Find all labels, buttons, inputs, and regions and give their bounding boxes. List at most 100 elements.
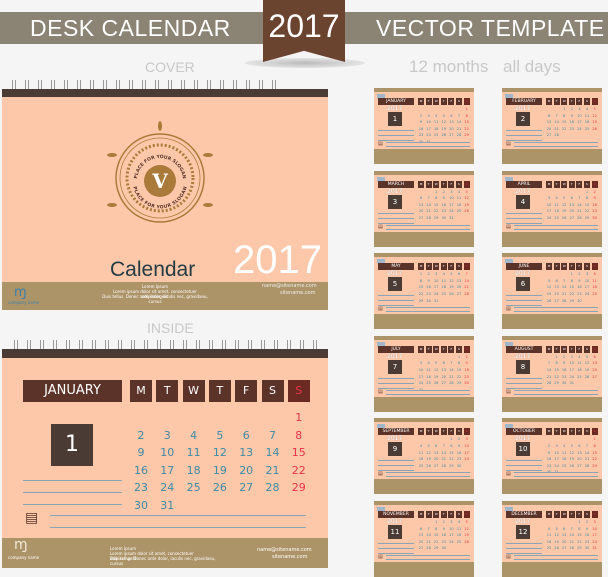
thumb-date: 14 bbox=[456, 120, 462, 125]
month-thumbnail-january: JANUARY 2017 1 M T W T F S S 1 2 3 4 5 6 7 8 9 10 11 12 13 14 15… bbox=[374, 88, 474, 164]
thumb-notes-icon: ▤ bbox=[506, 471, 511, 478]
thumb-date: 2 bbox=[457, 437, 461, 442]
thumb-date: 29 bbox=[464, 133, 469, 138]
thumb-weekday: S bbox=[456, 511, 462, 518]
thumb-date: 14 bbox=[546, 367, 552, 372]
thumb-day-box: 6 bbox=[516, 277, 530, 292]
thumb-date: 22 bbox=[464, 126, 469, 131]
thumb-date: 5 bbox=[450, 272, 453, 277]
thumb-date: 9 bbox=[585, 526, 589, 531]
thumb-date: 31 bbox=[433, 298, 439, 303]
thumb-date: 6 bbox=[563, 526, 566, 531]
thumb-weekday: M bbox=[546, 345, 552, 353]
thumb-date: 10 bbox=[546, 202, 552, 207]
date-cell: 22 bbox=[291, 463, 306, 477]
thumb-date: 25 bbox=[584, 126, 590, 131]
thumb-year: 2017 bbox=[387, 270, 403, 278]
thumb-weekday: T bbox=[568, 98, 575, 105]
thumb-date: 4 bbox=[547, 526, 551, 531]
thumb-date: 24 bbox=[426, 133, 431, 138]
thumb-date: 7 bbox=[578, 196, 581, 201]
thumb-date: 16 bbox=[441, 202, 447, 207]
thumb-date: 28 bbox=[584, 463, 590, 468]
thumb-date: 11 bbox=[441, 278, 447, 283]
thumb-date: 17 bbox=[433, 285, 439, 290]
thumb-line bbox=[386, 472, 470, 474]
date-cell: 6 bbox=[242, 428, 250, 442]
thumb-date: 24 bbox=[577, 126, 582, 131]
thumb-footer bbox=[374, 396, 474, 412]
days-label: all days bbox=[503, 57, 561, 76]
thumb-weekday: T bbox=[568, 180, 575, 188]
thumb-weekday: F bbox=[448, 180, 455, 188]
thumb-date: 20 bbox=[433, 457, 439, 462]
thumb-line bbox=[514, 146, 598, 147]
thumb-line bbox=[506, 465, 542, 467]
thumb-date: 4 bbox=[585, 107, 589, 111]
thumb-date: 13 bbox=[441, 367, 447, 372]
thumb-weekday: W bbox=[561, 511, 568, 518]
thumb-date: 16 bbox=[441, 533, 447, 538]
thumb-date: 5 bbox=[547, 278, 551, 283]
thumb-date: 4 bbox=[563, 443, 566, 448]
thumb-line bbox=[514, 307, 598, 309]
thumb-date: 20 bbox=[418, 209, 424, 214]
thumb-date: 5 bbox=[465, 520, 468, 524]
thumb-notes-icon: ▤ bbox=[506, 388, 511, 395]
thumb-date: 26 bbox=[561, 215, 567, 220]
thumb-date: 30 bbox=[561, 381, 567, 386]
note-line bbox=[23, 492, 122, 493]
thumb-date: 11 bbox=[584, 113, 590, 118]
date-cell: 17 bbox=[160, 463, 175, 477]
thumb-weekday: S bbox=[584, 428, 590, 436]
site: sitename.com bbox=[272, 554, 308, 560]
thumb-date: 22 bbox=[554, 374, 559, 379]
thumb-date: 8 bbox=[570, 278, 573, 283]
thumb-line bbox=[378, 543, 414, 544]
thumb-weekday: T bbox=[440, 98, 447, 105]
thumb-line bbox=[514, 555, 598, 556]
thumb-date: 10 bbox=[584, 278, 590, 283]
thumb-notes-icon: ▤ bbox=[378, 471, 383, 478]
month-thumbnail-august: AUGUST 2017 8 M T W T F S S 1 2 3 4 5 6 7 8 9 10 11 12 13 14 15 1… bbox=[502, 335, 602, 412]
thumb-date: 7 bbox=[427, 196, 430, 201]
thumb-date: 1 bbox=[435, 189, 438, 194]
thumb-date: 26 bbox=[464, 539, 469, 544]
thumb-date: 17 bbox=[418, 374, 424, 379]
thumb-date: 1 bbox=[435, 520, 438, 524]
date-cell: 15 bbox=[291, 446, 306, 459]
thumb-date: 1 bbox=[585, 189, 589, 194]
thumb-notes-icon: ▤ bbox=[506, 554, 511, 560]
thumb-footer bbox=[502, 231, 602, 247]
thumb-date: 17 bbox=[584, 285, 590, 290]
thumb-weekday: F bbox=[576, 180, 583, 188]
thumb-line bbox=[514, 228, 598, 230]
thumb-date: 9 bbox=[563, 361, 566, 366]
thumb-line bbox=[378, 377, 414, 379]
thumb-date: 24 bbox=[449, 539, 454, 544]
thumb-line bbox=[378, 470, 414, 472]
cover-top-bar bbox=[2, 89, 328, 97]
thumb-date: 3 bbox=[450, 520, 453, 524]
thumb-date: 22 bbox=[449, 457, 454, 462]
thumb-date: 24 bbox=[592, 539, 597, 544]
weekday-header: F bbox=[235, 380, 258, 402]
months-label: 12 months bbox=[409, 57, 489, 76]
thumb-date: 23 bbox=[569, 126, 575, 131]
thumb-month-name: FEBRUARY bbox=[506, 98, 542, 105]
thumb-weekday: M bbox=[418, 511, 424, 518]
thumb-date: 4 bbox=[578, 354, 581, 359]
thumb-date: 25 bbox=[546, 546, 552, 551]
thumb-date: 26 bbox=[433, 381, 439, 386]
date-cell: 24 bbox=[160, 481, 175, 494]
thumb-date: 18 bbox=[592, 285, 597, 290]
thumb-year: 2017 bbox=[515, 435, 531, 443]
thumb-weekday: T bbox=[568, 345, 575, 353]
thumb-date: 17 bbox=[464, 450, 469, 455]
thumb-weekday: F bbox=[448, 345, 455, 353]
date-cell: 1 bbox=[295, 411, 303, 424]
thumb-date: 13 bbox=[561, 533, 567, 538]
thumb-date: 20 bbox=[561, 539, 567, 544]
thumb-date: 5 bbox=[427, 443, 430, 448]
thumb-date: 24 bbox=[418, 381, 424, 386]
